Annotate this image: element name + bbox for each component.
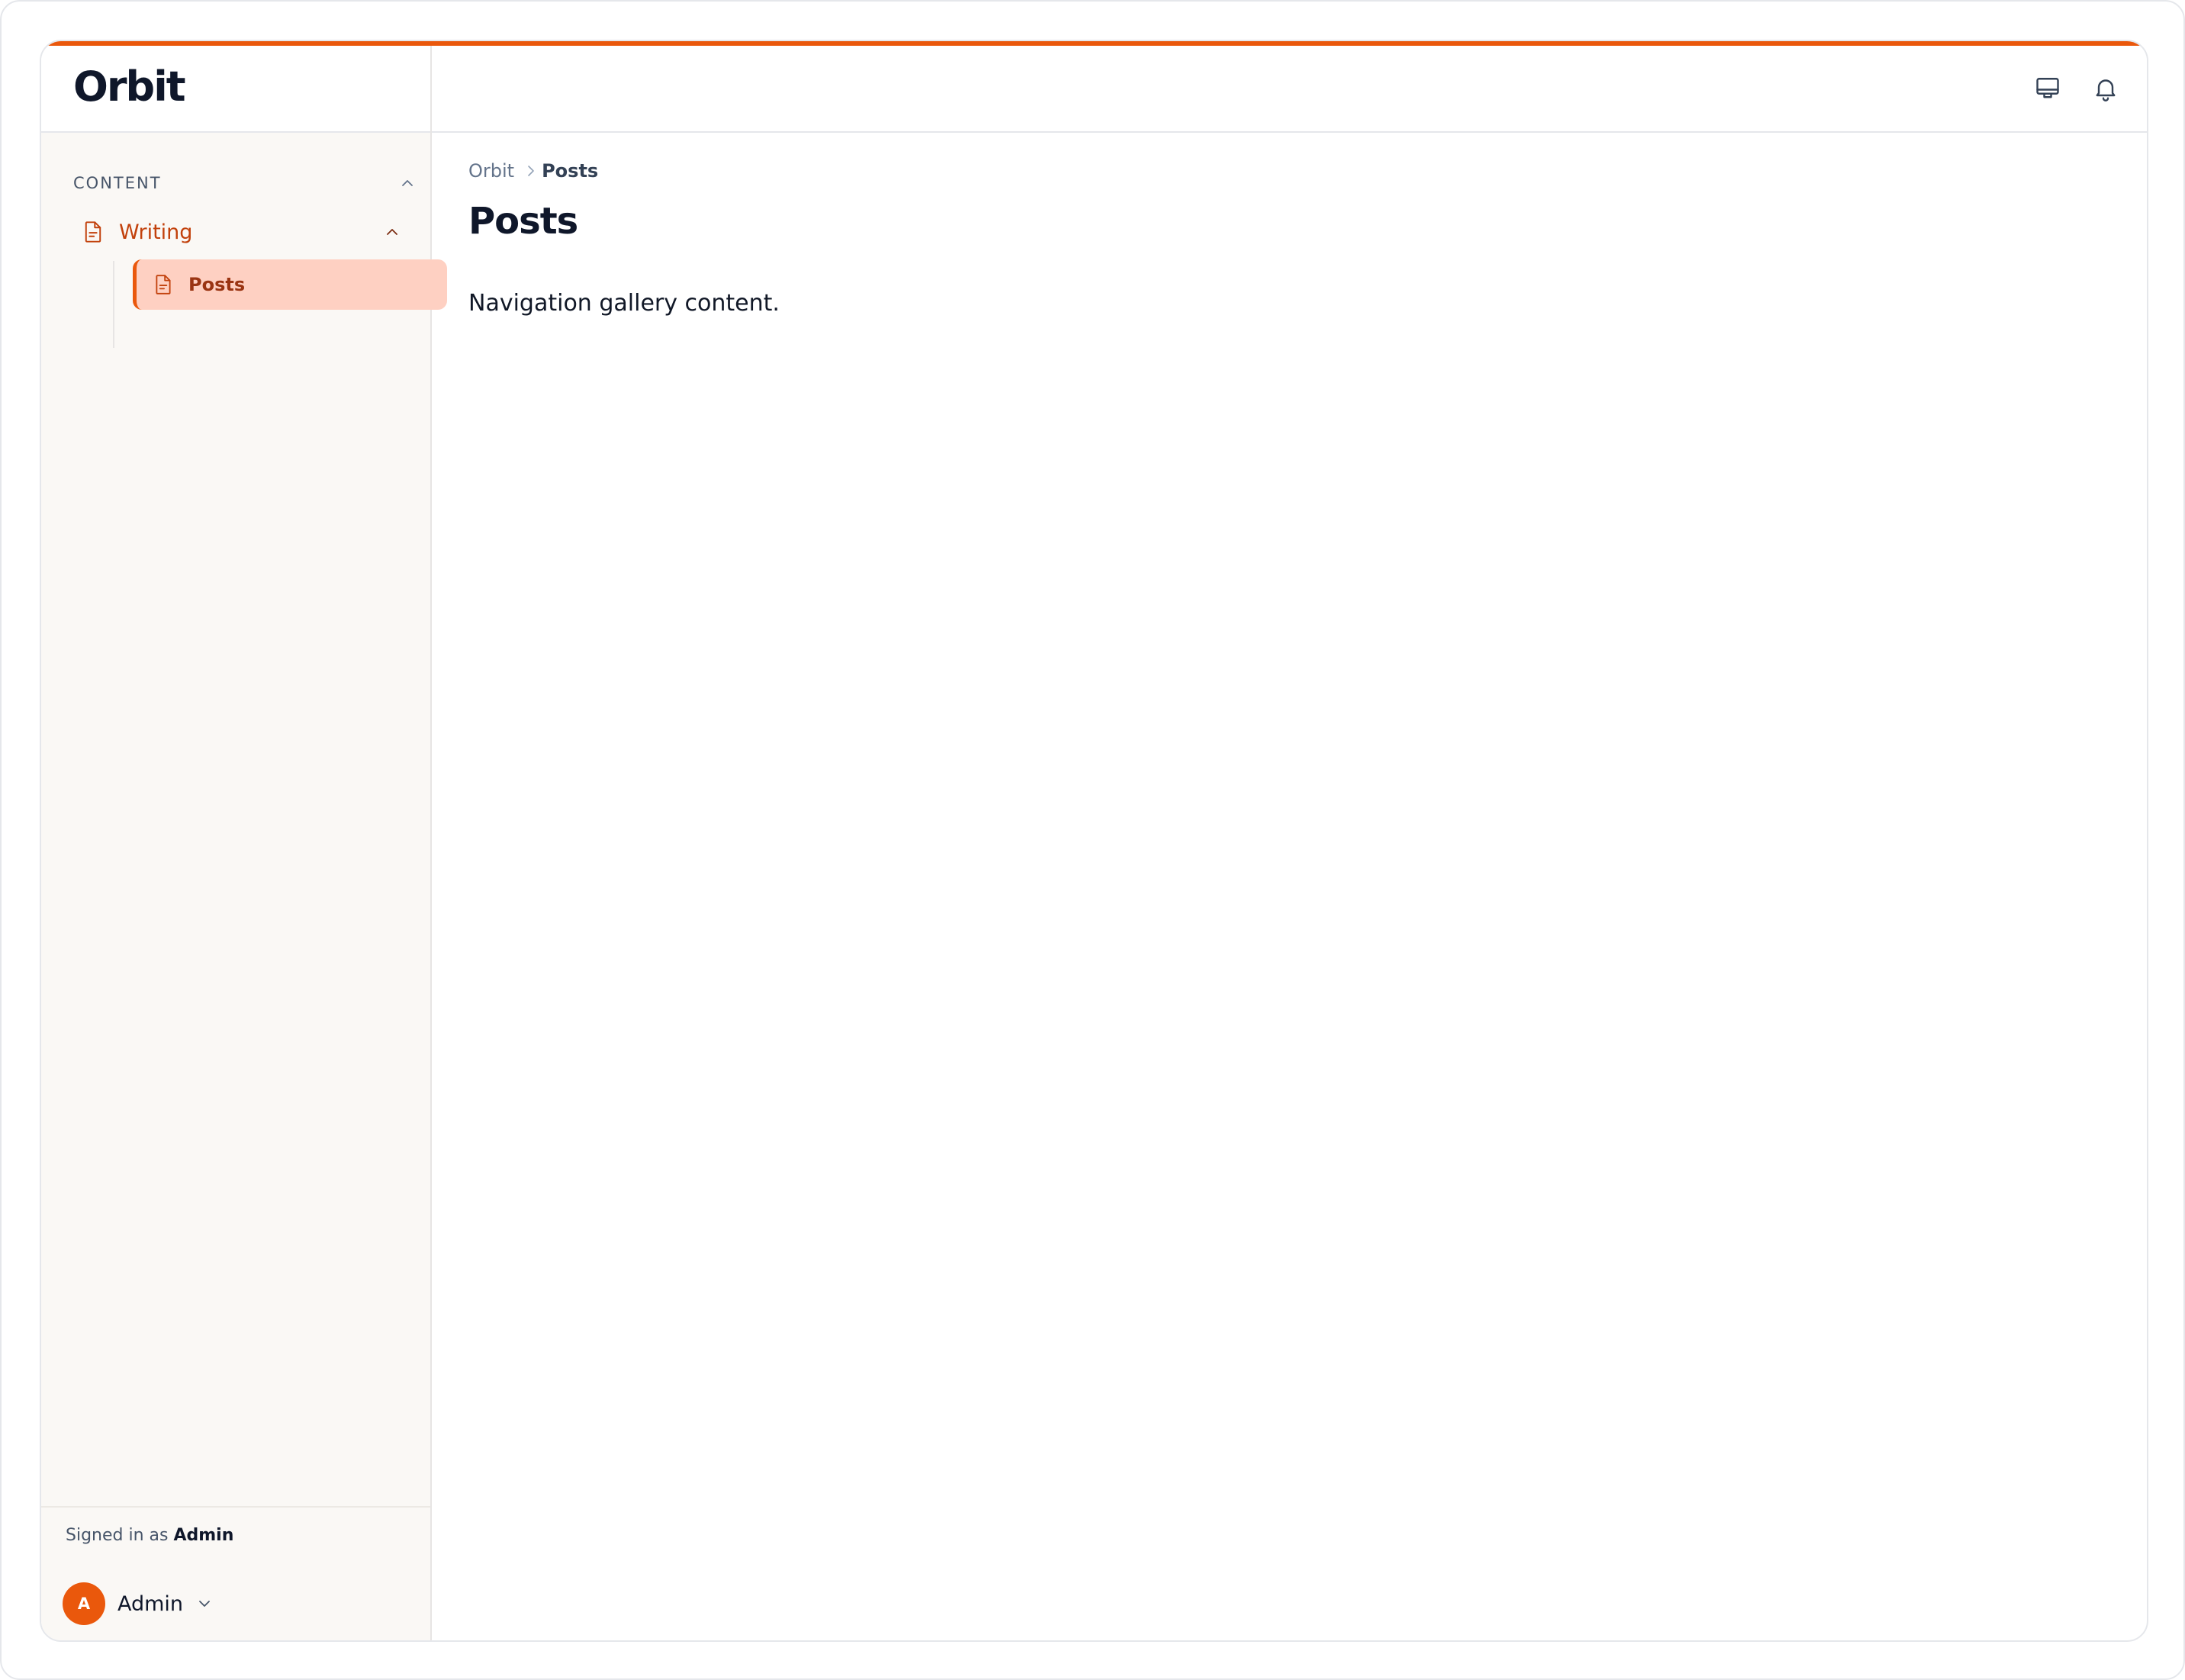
document-icon [156,275,171,294]
nav-group-writing[interactable]: Writing [73,208,421,256]
sidebar-item-posts[interactable]: Posts [133,259,447,310]
breadcrumb: Orbit Posts [468,157,598,185]
sidebar-item-label: Posts [188,274,246,295]
section-header-content[interactable]: CONTENT [73,168,417,198]
topbar [432,46,2147,133]
app-shell: Orbit CONTENT Writing Posts Signed in as… [40,40,2148,1642]
user-menu-button[interactable]: A Admin [63,1581,214,1627]
user-name: Admin [117,1591,184,1616]
brand-area: Orbit [41,46,430,133]
window-frame: Orbit CONTENT Writing Posts Signed in as… [0,0,2185,1680]
bell-icon [2096,79,2116,101]
nav-group-label: Writing [119,220,193,244]
signed-in-text: Signed in as Admin [66,1526,233,1545]
breadcrumb-current: Posts [542,160,599,182]
avatar: A [63,1582,105,1625]
page-title: Posts [468,200,578,243]
section-label: CONTENT [73,174,162,192]
sidebar-footer: Signed in as Admin A Admin [41,1506,430,1640]
sidebar: Orbit CONTENT Writing Posts Signed in as… [41,41,447,1640]
page-body-text: Navigation gallery content. [468,290,780,317]
chevron-up-icon[interactable] [383,223,401,241]
chevron-up-icon[interactable] [398,174,417,192]
chevron-right-icon [528,166,534,176]
monitor-icon [2036,78,2059,98]
brand-logo[interactable]: Orbit [73,63,186,111]
signed-in-prefix: Signed in as [66,1526,169,1545]
tree-guide-line [113,261,114,348]
breadcrumb-root[interactable]: Orbit [468,160,514,182]
accent-bar [41,41,2147,46]
signed-in-user: Admin [173,1526,234,1545]
notifications-button[interactable] [2090,73,2121,104]
document-icon [85,221,101,243]
chevron-down-icon [199,1601,210,1607]
monitor-button[interactable] [2032,73,2063,104]
